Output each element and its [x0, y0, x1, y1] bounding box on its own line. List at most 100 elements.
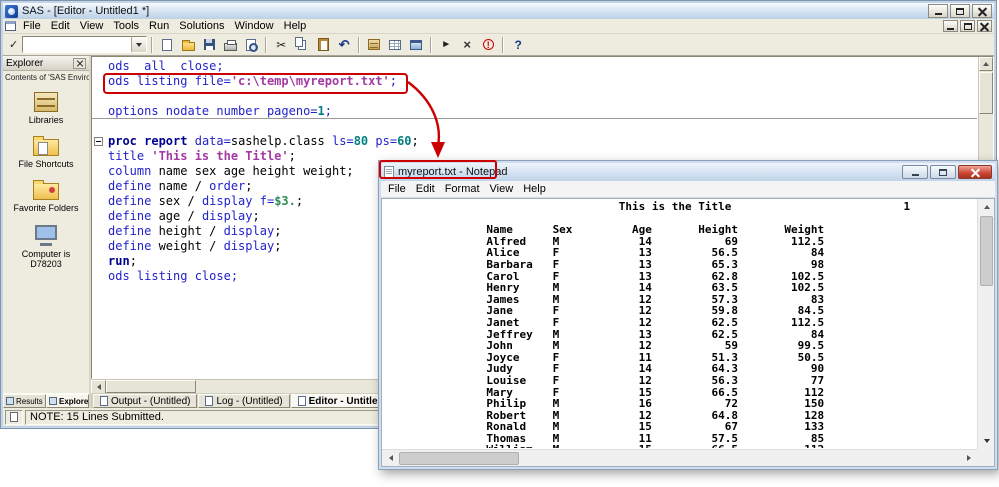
- notepad-menubar: FileEditFormatViewHelp: [381, 181, 995, 198]
- explorer-contents-label: Contents of 'SAS Environment': [3, 71, 89, 83]
- document-icon: [205, 396, 213, 406]
- undo-button[interactable]: ↶: [334, 35, 354, 54]
- mdi-restore-button[interactable]: [960, 20, 975, 32]
- submit-button[interactable]: ►: [436, 35, 456, 54]
- explorer-window-button[interactable]: [406, 35, 426, 54]
- tab-log-untitled[interactable]: Log - (Untitled): [198, 394, 289, 408]
- maximize-button[interactable]: [950, 4, 970, 18]
- favorite-folders-icon: [33, 183, 59, 200]
- menu-edit[interactable]: Edit: [46, 20, 75, 32]
- explorer-panel-title: Explorer: [6, 58, 43, 69]
- help-button[interactable]: ?: [508, 35, 528, 54]
- open-button[interactable]: [178, 35, 198, 54]
- print-button[interactable]: [220, 35, 240, 54]
- copy-button[interactable]: [292, 35, 312, 54]
- menu-tools[interactable]: Tools: [108, 20, 144, 32]
- explorer-panel: Explorer Contents of 'SAS Environment' L…: [3, 56, 89, 408]
- notepad-window: myreport.txt - Notepad FileEditFormatVie…: [378, 160, 998, 470]
- command-bar: [22, 36, 147, 53]
- clear-all-icon: ×: [463, 38, 471, 51]
- menu-solutions[interactable]: Solutions: [174, 20, 229, 32]
- clear-all-button[interactable]: ×: [457, 35, 477, 54]
- save-button[interactable]: [199, 35, 219, 54]
- notepad-menu-edit[interactable]: Edit: [411, 183, 440, 195]
- notepad-titlebar[interactable]: myreport.txt - Notepad: [381, 163, 995, 181]
- notepad-vertical-scrollbar[interactable]: [977, 199, 994, 449]
- notepad-menu-help[interactable]: Help: [518, 183, 551, 195]
- new-document-icon: [162, 39, 172, 51]
- sas-menu-items: FileEditViewToolsRunSolutionsWindowHelp: [18, 20, 311, 32]
- explorer-item-label: Libraries: [29, 115, 64, 125]
- code-line: [92, 89, 977, 104]
- toolbar-separator: [430, 37, 432, 53]
- command-dropdown-button[interactable]: [131, 37, 146, 52]
- fold-gutter: [92, 239, 108, 254]
- minimize-button[interactable]: [928, 4, 948, 18]
- explorer-item-favorite-folders[interactable]: Favorite Folders: [5, 179, 87, 213]
- scroll-left-button[interactable]: [91, 380, 106, 394]
- menu-window[interactable]: Window: [230, 20, 279, 32]
- chevron-down-icon: [136, 43, 142, 47]
- notepad-menu-file[interactable]: File: [383, 183, 411, 195]
- editor-document-icon[interactable]: [5, 21, 16, 31]
- new-library-icon: [368, 39, 380, 50]
- cut-button[interactable]: ✂: [271, 35, 291, 54]
- notepad-minimize-button[interactable]: [902, 165, 928, 179]
- notepad-text[interactable]: This is the Title 1 Name Sex Age Height …: [387, 201, 976, 448]
- scrollbar-thumb[interactable]: [980, 216, 993, 286]
- toolbar-separator: [265, 37, 267, 53]
- tab-results[interactable]: Results: [3, 394, 46, 408]
- fold-gutter: [92, 179, 108, 194]
- menu-view[interactable]: View: [75, 20, 109, 32]
- results-icon: [6, 397, 14, 405]
- scrollbar-thumb[interactable]: [399, 452, 519, 465]
- explorer-item-computer-is-d78203[interactable]: Computer is D78203: [5, 223, 87, 269]
- mdi-close-button[interactable]: [977, 20, 992, 32]
- menu-file[interactable]: File: [18, 20, 46, 32]
- notepad-horizontal-scrollbar[interactable]: [382, 449, 977, 466]
- notepad-menu-format[interactable]: Format: [440, 183, 485, 195]
- break-icon: !: [483, 39, 494, 50]
- new-library-button[interactable]: [364, 35, 384, 54]
- print-preview-button[interactable]: [241, 35, 261, 54]
- new-document-button[interactable]: [157, 35, 177, 54]
- menu-help[interactable]: Help: [279, 20, 312, 32]
- fold-gutter: [92, 254, 108, 269]
- close-button[interactable]: [972, 4, 992, 18]
- explorer-item-file-shortcuts[interactable]: File Shortcuts: [5, 135, 87, 169]
- notepad-maximize-button[interactable]: [930, 165, 956, 179]
- notepad-close-button[interactable]: [958, 165, 992, 179]
- note-icon: [10, 412, 18, 422]
- tab-output-untitled[interactable]: Output - (Untitled): [93, 394, 197, 408]
- explorer-item-libraries[interactable]: Libraries: [5, 92, 87, 125]
- scrollbar-thumb[interactable]: [979, 72, 993, 114]
- document-icon: [100, 396, 108, 406]
- explorer-item-label: Computer is D78203: [5, 249, 87, 269]
- command-input[interactable]: [23, 38, 131, 51]
- explorer-close-button[interactable]: [73, 58, 86, 69]
- break-button[interactable]: !: [478, 35, 498, 54]
- scroll-up-button[interactable]: [979, 57, 993, 71]
- window-title: SAS - [Editor - Untitled1 *]: [22, 5, 149, 17]
- notepad-title: myreport.txt - Notepad: [398, 166, 507, 178]
- table-editor-icon: [389, 40, 401, 50]
- scroll-right-button[interactable]: [960, 450, 977, 466]
- fold-gutter: [92, 59, 108, 74]
- fold-gutter: [92, 119, 108, 134]
- sas-titlebar[interactable]: SAS - [Editor - Untitled1 *]: [3, 3, 994, 19]
- menu-run[interactable]: Run: [144, 20, 174, 32]
- mdi-minimize-button[interactable]: [943, 20, 958, 32]
- fold-collapse-icon[interactable]: [94, 137, 103, 146]
- scroll-down-button[interactable]: [978, 433, 995, 449]
- table-editor-button[interactable]: [385, 35, 405, 54]
- paste-button[interactable]: [313, 35, 333, 54]
- explorer-items: Libraries File Shortcuts Favorite Folders C…: [3, 84, 89, 392]
- scroll-left-button[interactable]: [382, 450, 399, 466]
- fold-gutter: [92, 149, 108, 164]
- scroll-up-button[interactable]: [978, 199, 995, 215]
- notepad-menu-items: FileEditFormatViewHelp: [383, 183, 551, 195]
- undo-icon: ↶: [339, 38, 350, 51]
- notepad-menu-view[interactable]: View: [485, 183, 519, 195]
- tab-explorer[interactable]: Explorer: [46, 394, 89, 408]
- scrollbar-thumb[interactable]: [106, 380, 196, 393]
